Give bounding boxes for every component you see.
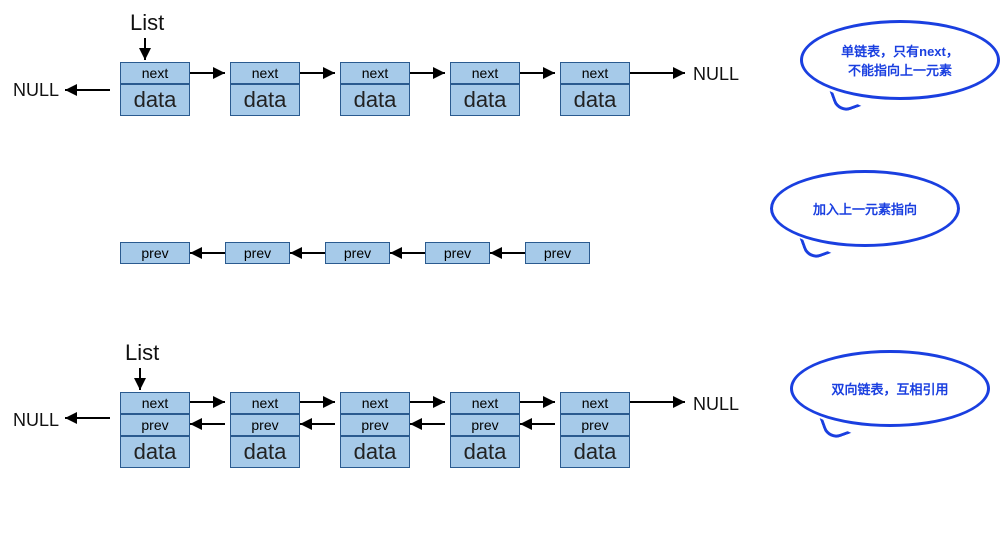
bubble-text: 单链表，只有next，	[825, 41, 975, 60]
singly-node: nextdata	[230, 62, 300, 116]
doubly-node: next prev data	[340, 392, 410, 468]
next-cell: next	[120, 62, 190, 84]
data-cell: data	[560, 84, 630, 116]
speech-bubble-2: 加入上一元素指向	[770, 170, 960, 247]
speech-bubble-3: 双向链表，互相引用	[790, 350, 990, 427]
list-label: List	[130, 10, 164, 36]
next-cell: next	[560, 392, 630, 414]
prev-cell: prev	[340, 414, 410, 436]
bubble-text: 加入上一元素指向	[795, 199, 935, 218]
doubly-node: next prev data	[120, 392, 190, 468]
prev-cell: prev	[225, 242, 290, 264]
data-cell: data	[450, 84, 520, 116]
next-cell: next	[450, 392, 520, 414]
prev-node: prev	[425, 242, 490, 264]
null-right: NULL	[693, 64, 739, 85]
prev-cell: prev	[325, 242, 390, 264]
bubble-text: 不能指向上一元素	[825, 60, 975, 79]
speech-bubble-1: 单链表，只有next， 不能指向上一元素	[800, 20, 1000, 100]
singly-node: nextdata	[450, 62, 520, 116]
prev-node: prev	[120, 242, 190, 264]
prev-cell: prev	[525, 242, 590, 264]
data-cell: data	[340, 84, 410, 116]
singly-node: nextdata	[120, 62, 190, 116]
data-cell: data	[450, 436, 520, 468]
next-cell: next	[560, 62, 630, 84]
doubly-node: next prev data	[560, 392, 630, 468]
list-label: List	[125, 340, 159, 366]
next-cell: next	[340, 62, 410, 84]
data-cell: data	[560, 436, 630, 468]
prev-node: prev	[225, 242, 290, 264]
singly-node: nextdata	[560, 62, 630, 116]
doubly-node: next prev data	[230, 392, 300, 468]
prev-cell: prev	[450, 414, 520, 436]
next-cell: next	[230, 392, 300, 414]
data-cell: data	[120, 436, 190, 468]
bubble-text: 双向链表，互相引用	[815, 379, 965, 398]
prev-node: prev	[325, 242, 390, 264]
next-cell: next	[340, 392, 410, 414]
prev-cell: prev	[230, 414, 300, 436]
null-left: NULL	[13, 410, 59, 431]
prev-cell: prev	[560, 414, 630, 436]
null-left: NULL	[13, 80, 59, 101]
doubly-node: next prev data	[450, 392, 520, 468]
prev-node: prev	[525, 242, 590, 264]
data-cell: data	[230, 436, 300, 468]
data-cell: data	[230, 84, 300, 116]
prev-cell: prev	[120, 242, 190, 264]
prev-cell: prev	[120, 414, 190, 436]
data-cell: data	[340, 436, 410, 468]
singly-node: nextdata	[340, 62, 410, 116]
prev-cell: prev	[425, 242, 490, 264]
next-cell: next	[120, 392, 190, 414]
null-right: NULL	[693, 394, 739, 415]
data-cell: data	[120, 84, 190, 116]
next-cell: next	[230, 62, 300, 84]
next-cell: next	[450, 62, 520, 84]
